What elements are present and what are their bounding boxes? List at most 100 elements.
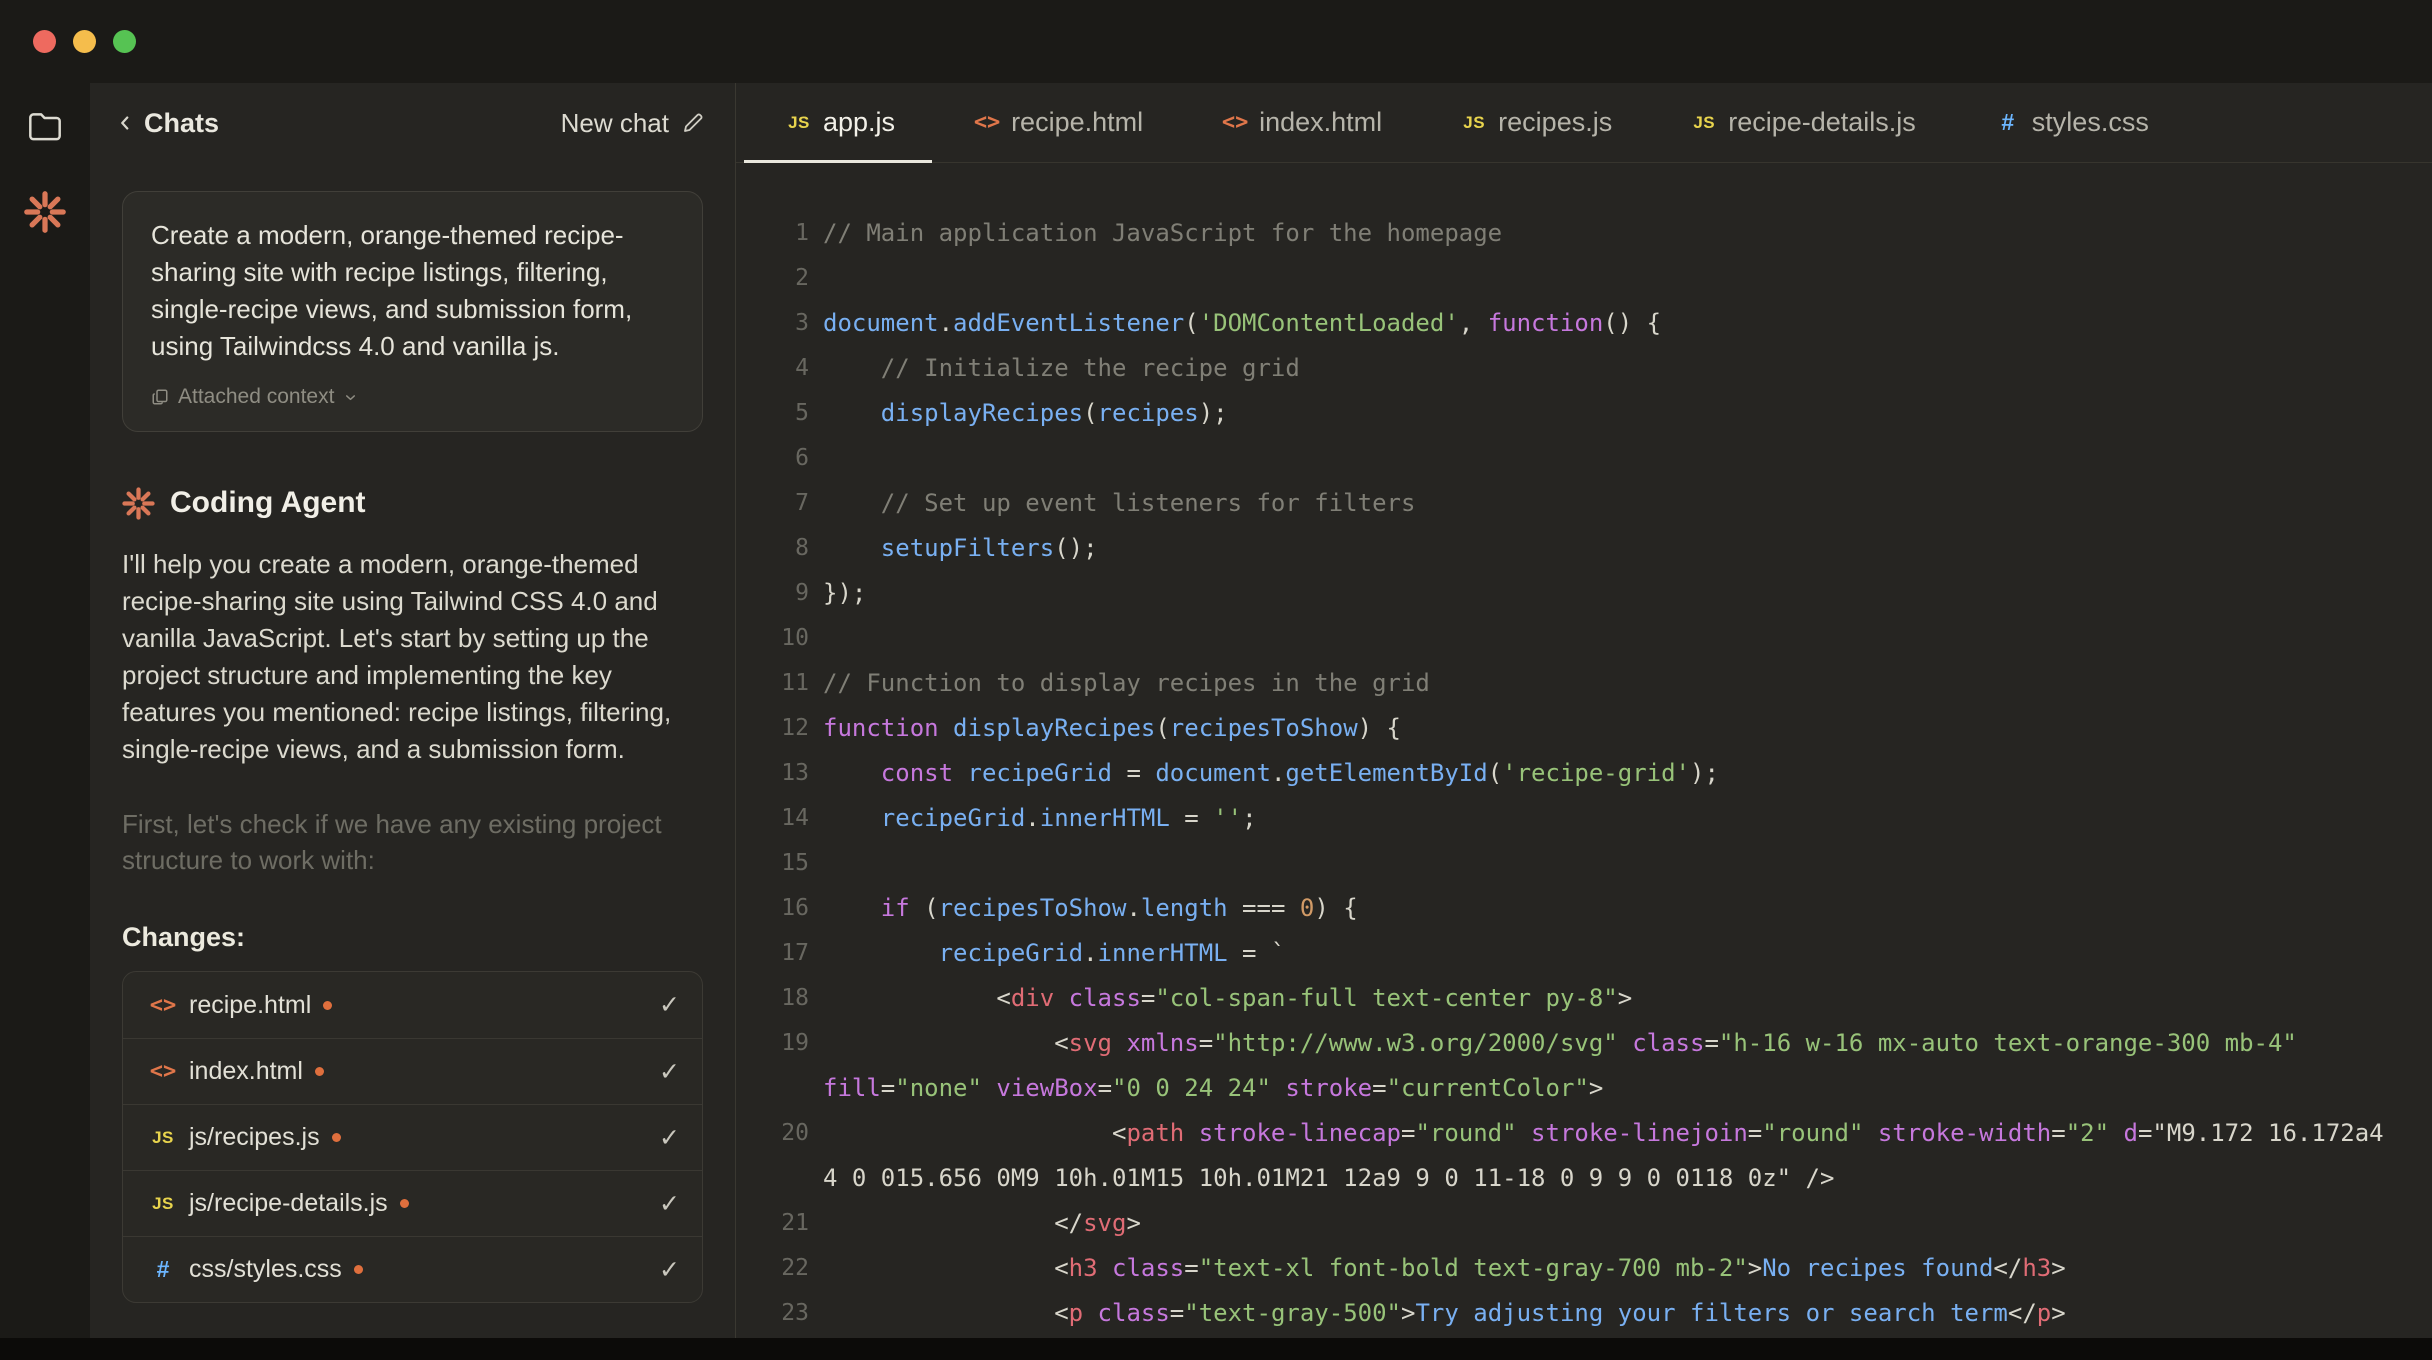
code-line[interactable]: 10 [736,616,2432,661]
tab-label: recipes.js [1498,107,1613,137]
line-number: 15 [781,850,809,876]
tab-app.js[interactable]: JS app.js [744,83,933,163]
icon-rail [0,83,90,1338]
js-file-icon: JS [152,1127,174,1147]
code-text: <path stroke-linecap="round" stroke-line… [823,1119,2384,1147]
zoom-button[interactable] [113,30,136,53]
code-line[interactable]: 4 // Initialize the recipe grid [736,346,2432,391]
line-number: 22 [781,1255,809,1281]
file-row[interactable]: JS js/recipe-details.js ✓ [123,1170,702,1236]
back-label: Chats [144,107,220,138]
code-line[interactable]: 22 <h3 class="text-xl font-bold text-gra… [736,1246,2432,1291]
modified-dot [331,1133,341,1142]
code-line[interactable]: 1 // Main application JavaScript for the … [736,211,2432,256]
code-line[interactable]: 9}); [736,571,2432,616]
code-line[interactable]: 20 <path stroke-linecap="round" stroke-l… [736,1111,2432,1156]
attached-context-toggle[interactable]: Attached context [151,385,674,409]
code-line[interactable]: 6 [736,436,2432,481]
code-text: const recipeGrid = document.getElementBy… [880,759,1719,787]
code-text: // Initialize the recipe grid [880,354,1300,382]
file-row[interactable]: <> index.html ✓ [123,1038,702,1104]
line-number: 12 [781,715,809,741]
code-line[interactable]: fill="none" viewBox="0 0 24 24" stroke="… [736,1066,2432,1111]
js-file-icon: JS [152,1193,174,1213]
code-line[interactable]: 19 <svg xmlns="http://www.w3.org/2000/sv… [736,1021,2432,1066]
file-name: index.html [189,1057,303,1085]
html-file-icon: <> [149,1059,177,1084]
code-line[interactable]: 4 0 015.656 0M9 10h.01M15 10h.01M21 12a9… [736,1156,2432,1201]
css-file-icon: # [156,1256,170,1282]
file-row[interactable]: <> recipe.html ✓ [123,972,702,1038]
tab-label: recipe.html [1011,107,1144,137]
attached-context-icon [151,388,169,406]
code-text: displayRecipes(recipes); [880,399,1228,427]
code-line[interactable]: 3 document.addEventListener('DOMContentLo… [736,301,2432,346]
code-line[interactable]: 18 <div class="col-span-full text-center… [736,976,2432,1021]
chat-header: Chats New chat [90,83,735,163]
js-file-icon: JS [1463,112,1486,132]
js-file-icon: JS [1693,112,1716,132]
window-titlebar [0,0,2432,83]
code-line[interactable]: 23 <p class="text-gray-500">Try adjustin… [736,1291,2432,1336]
chat-scroll[interactable]: Create a modern, orange-themed recipe-sh… [90,163,735,1338]
line-number [736,1066,823,1111]
code-line[interactable]: 8 setupFilters(); [736,526,2432,571]
line-number: 14 [781,805,809,831]
close-button[interactable] [33,30,56,53]
code-text: }); [823,579,867,607]
line-number: 9 [795,580,809,606]
code-text: // Function to display recipes in the gr… [823,669,1430,697]
modified-dot [353,1265,363,1274]
line-number: 17 [781,940,809,966]
file-row[interactable]: JS js/recipes.js ✓ [123,1104,702,1170]
code-text: recipeGrid.innerHTML = ` [938,939,1286,967]
code-line[interactable]: 7 // Set up event listeners for filters [736,481,2432,526]
code-text: 4 0 015.656 0M9 10h.01M15 10h.01M21 12a9… [823,1164,1835,1192]
code-text: if (recipesToShow.length === 0) { [880,894,1358,922]
tab-recipe.html[interactable]: <> recipe.html [932,83,1180,162]
tab-styles.css[interactable]: # styles.css [1953,83,2186,162]
minimize-button[interactable] [73,30,96,53]
line-number: 13 [781,760,809,786]
line-number: 2 [795,265,809,291]
code-line[interactable]: 14 recipeGrid.innerHTML = ''; [736,796,2432,841]
code-text: recipeGrid.innerHTML = ''; [880,804,1257,832]
code-line[interactable]: 11 // Function to display recipes in the … [736,661,2432,706]
code-line[interactable]: 5 displayRecipes(recipes); [736,391,2432,436]
tab-recipes.js[interactable]: JS recipes.js [1419,83,1649,162]
line-number: 7 [795,490,809,516]
code-content[interactable]: 1 // Main application JavaScript for the … [736,163,2432,1338]
code-text: <p class="text-gray-500">Try adjusting y… [823,1299,2066,1327]
css-file-icon: # [2001,109,2015,135]
code-line[interactable]: 15 [736,841,2432,886]
code-line[interactable]: 13 const recipeGrid = document.getElemen… [736,751,2432,796]
check-icon: ✓ [659,991,680,1019]
chat-panel: Chats New chat Create a modern, orange-t… [90,83,736,1338]
html-file-icon: <> [973,110,1001,135]
code-text: fill="none" viewBox="0 0 24 24" stroke="… [823,1074,1604,1102]
line-number: 8 [795,535,809,561]
line-number: 16 [781,895,809,921]
code-text: setupFilters(); [880,534,1098,562]
file-row[interactable]: # css/styles.css ✓ [123,1236,702,1302]
code-text: <div class="col-span-full text-center py… [823,984,1633,1012]
line-number: 5 [795,400,809,426]
code-line[interactable]: 21 </svg> [736,1201,2432,1246]
tab-recipe-details.js[interactable]: JS recipe-details.js [1649,83,1953,162]
claude-logo-icon[interactable] [24,191,66,233]
tab-index.html[interactable]: <> index.html [1180,83,1419,162]
new-chat-button[interactable]: New chat [561,108,705,139]
code-line[interactable]: 12 function displayRecipes(recipesToShow)… [736,706,2432,751]
code-text: <h3 class="text-xl font-bold text-gray-7… [823,1254,2066,1282]
code-line[interactable]: 17 recipeGrid.innerHTML = ` [736,931,2432,976]
editor-panel: JS app.js <> recipe.html <> index.html JS recip… [736,83,2432,1338]
html-file-icon: <> [149,992,177,1018]
folder-icon[interactable] [26,109,64,143]
back-button[interactable]: Chats [114,108,219,139]
file-name: js/recipe-details.js [189,1189,388,1217]
code-line[interactable]: 2 [736,256,2432,301]
user-message-card: Create a modern, orange-themed recipe-sh… [122,191,703,432]
code-text: </svg> [823,1209,1141,1237]
tab-bar: JS app.js <> recipe.html <> index.html JS recip… [736,83,2432,163]
code-line[interactable]: 16 if (recipesToShow.length === 0) { [736,886,2432,931]
